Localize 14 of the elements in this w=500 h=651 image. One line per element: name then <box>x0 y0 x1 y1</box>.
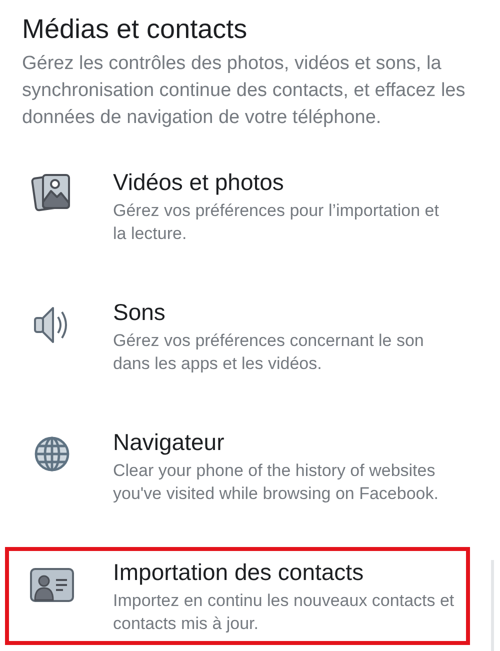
settings-item[interactable]: Sons Gérez vos préférences concernant le son dans les apps et les vidéos. <box>5 287 470 385</box>
item-title: Vidéos et photos <box>113 168 285 197</box>
settings-item[interactable]: Navigateur Clear your phone of the history of websites you've visited while browsing on Facebook. <box>5 417 470 515</box>
item-title: Importation des contacts <box>113 558 365 587</box>
item-description: Gérez vos préférences pour l’importation et la lecture. <box>113 200 440 245</box>
section-description: Gérez les contrôles des photos, vidéos et sons, la synchronisation continue des contacts, et effacez les données de navigation de votre téléphone. <box>22 52 466 130</box>
item-title: Sons <box>113 298 166 327</box>
item-description: Gérez vos préférences concernant le son dans les apps et les vidéos. <box>113 330 425 375</box>
settings-item[interactable]: Vidéos et photos Gérez vos préférences pour l’importation et la lecture. <box>5 157 470 255</box>
item-description: Clear your phone of the history of websites you've visited while browsing on Facebook. <box>113 460 440 505</box>
highlight-frame[interactable]: Importation des contacts Importez en continu les nouveaux contacts et contacts mis à jour. <box>5 547 470 645</box>
section-title: Médias et contacts <box>22 13 248 46</box>
item-description: Importez en continu les nouveaux contacts et contacts mis à jour. <box>113 590 456 635</box>
item-title: Navigateur <box>113 428 226 457</box>
